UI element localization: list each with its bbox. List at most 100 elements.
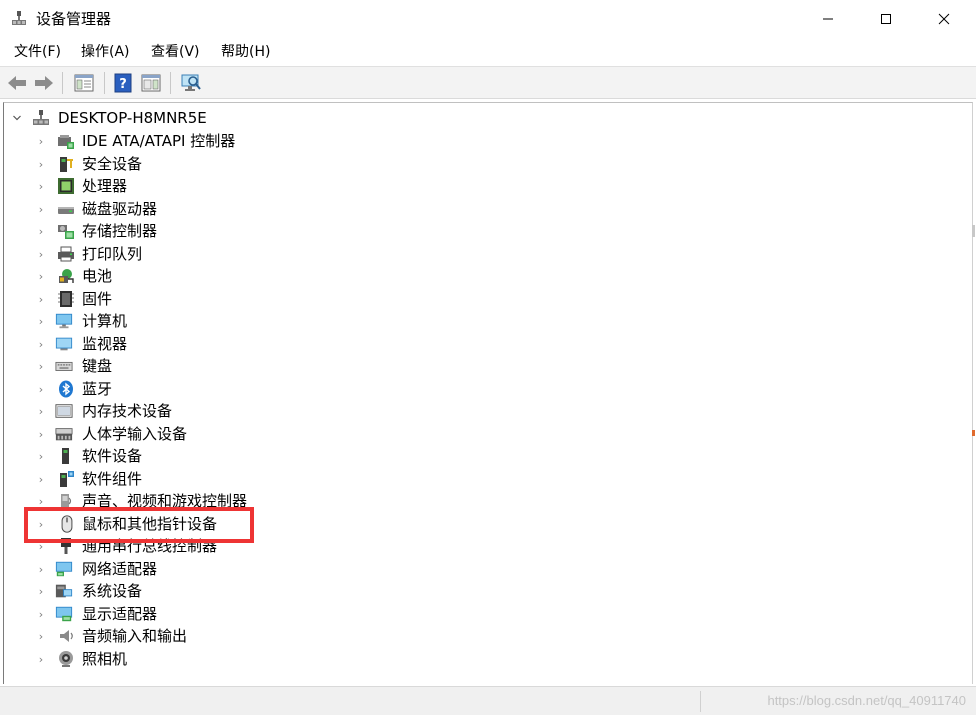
- tree-item-battery[interactable]: › 电池: [4, 265, 944, 287]
- tree-item-label: 蓝牙: [82, 380, 113, 398]
- tree-item-label: 计算机: [82, 312, 128, 330]
- tree-item-memory-tech[interactable]: › 内存技术设备: [4, 400, 944, 422]
- chevron-right-icon[interactable]: ›: [35, 606, 47, 622]
- chevron-right-icon[interactable]: ›: [35, 246, 47, 262]
- chevron-right-icon[interactable]: ›: [35, 291, 47, 307]
- tree-item-storage[interactable]: › 存储控制器: [4, 220, 944, 242]
- chevron-right-icon[interactable]: ›: [35, 628, 47, 644]
- tree-item-hid[interactable]: › 人体学输入设备: [4, 423, 944, 445]
- tree-item-ide[interactable]: › IDE ATA/ATAPI 控制器: [4, 130, 944, 152]
- chevron-right-icon[interactable]: ›: [35, 223, 47, 239]
- tree-item-label: 网络适配器: [82, 560, 158, 578]
- help-button[interactable]: ?: [112, 72, 134, 94]
- mouse-icon: [61, 515, 73, 533]
- chevron-right-icon[interactable]: ›: [35, 538, 47, 554]
- tree-item-computer[interactable]: › 计算机: [4, 310, 944, 332]
- tree-item-keyboard[interactable]: › 键盘: [4, 355, 944, 377]
- device-tree: DESKTOP-H8MNR5E › IDE ATA/ATAPI 控制器 › 安全…: [3, 102, 973, 684]
- chevron-right-icon[interactable]: ›: [35, 201, 47, 217]
- firmware-icon: [58, 291, 74, 307]
- scroll-edge-mark: [972, 430, 975, 436]
- tree-item-disk[interactable]: › 磁盘驱动器: [4, 198, 944, 220]
- chevron-right-icon[interactable]: ›: [35, 471, 47, 487]
- tree-item-bluetooth[interactable]: › 蓝牙: [4, 378, 944, 400]
- chevron-right-icon[interactable]: ›: [35, 358, 47, 374]
- chevron-right-icon[interactable]: ›: [35, 268, 47, 284]
- tree-item-sound[interactable]: › 声音、视频和游戏控制器: [4, 490, 944, 512]
- help-icon: ?: [114, 73, 132, 93]
- tree-item-label: 通用串行总线控制器: [82, 537, 218, 555]
- tree-item-audio-io[interactable]: › 音频输入和输出: [4, 625, 944, 647]
- toolbar-separator: [62, 72, 63, 94]
- window-title: 设备管理器: [36, 10, 112, 28]
- scan-hardware-button[interactable]: [180, 72, 202, 94]
- chevron-right-icon[interactable]: ›: [35, 516, 47, 532]
- tree-item-camera[interactable]: › 照相机: [4, 648, 944, 670]
- forward-button[interactable]: [33, 72, 55, 94]
- tree-item-software-device[interactable]: › 软件设备: [4, 445, 944, 467]
- tree-item-system[interactable]: › 系统设备: [4, 580, 944, 602]
- chevron-right-icon[interactable]: ›: [35, 313, 47, 329]
- device-manager-icon: [12, 11, 26, 25]
- scan-hardware-icon: [181, 74, 201, 91]
- bluetooth-icon: [59, 380, 73, 398]
- processor-icon: [58, 178, 74, 194]
- menu-action[interactable]: 操作(A): [79, 43, 132, 61]
- svg-text:?: ?: [119, 77, 127, 92]
- tree-item-label: 磁盘驱动器: [82, 200, 158, 218]
- tree-item-label: 人体学输入设备: [82, 425, 188, 443]
- menu-help[interactable]: 帮助(H): [219, 43, 272, 61]
- tree-item-label: 声音、视频和游戏控制器: [82, 492, 248, 510]
- monitor-icon: [55, 337, 73, 351]
- chevron-right-icon[interactable]: ›: [35, 493, 47, 509]
- properties-button[interactable]: [73, 72, 95, 94]
- system-device-icon: [55, 584, 73, 598]
- tree-item-firmware[interactable]: › 固件: [4, 288, 944, 310]
- tree-item-monitor[interactable]: › 监视器: [4, 333, 944, 355]
- keyboard-icon: [55, 361, 73, 371]
- tree-item-label: 打印队列: [82, 245, 143, 263]
- tree-item-label: 内存技术设备: [82, 402, 173, 420]
- chevron-right-icon[interactable]: ›: [35, 178, 47, 194]
- menu-view[interactable]: 查看(V): [149, 43, 202, 61]
- back-button[interactable]: [6, 72, 28, 94]
- tree-item-mouse[interactable]: › 鼠标和其他指针设备: [4, 513, 944, 535]
- chevron-down-icon[interactable]: [11, 110, 23, 126]
- toolbar-separator: [104, 72, 105, 94]
- chevron-right-icon[interactable]: ›: [35, 651, 47, 667]
- properties-icon: [74, 74, 94, 92]
- tree-item-security[interactable]: › 安全设备: [4, 153, 944, 175]
- chevron-right-icon[interactable]: ›: [35, 381, 47, 397]
- chevron-right-icon[interactable]: ›: [35, 561, 47, 577]
- chevron-right-icon[interactable]: ›: [35, 426, 47, 442]
- tree-item-processor[interactable]: › 处理器: [4, 175, 944, 197]
- toolbar: ?: [0, 66, 976, 99]
- tree-item-print-queue[interactable]: › 打印队列: [4, 243, 944, 265]
- chevron-right-icon[interactable]: ›: [35, 133, 47, 149]
- menu-file[interactable]: 文件(F): [12, 43, 63, 61]
- tree-item-usb[interactable]: › 通用串行总线控制器: [4, 535, 944, 557]
- status-bar: https://blog.csdn.net/qq_40911740: [0, 686, 976, 715]
- minimize-button[interactable]: [800, 0, 856, 38]
- tree-item-label: 显示适配器: [82, 605, 158, 623]
- tree-item-label: 处理器: [82, 177, 128, 195]
- forward-arrow-icon: [35, 76, 53, 90]
- tree-item-label: 安全设备: [82, 155, 143, 173]
- chevron-right-icon[interactable]: ›: [35, 448, 47, 464]
- software-device-icon: [62, 448, 69, 464]
- close-button[interactable]: [916, 0, 972, 38]
- tree-item-software-component[interactable]: › 软件组件: [4, 468, 944, 490]
- chevron-right-icon[interactable]: ›: [35, 336, 47, 352]
- tree-root[interactable]: DESKTOP-H8MNR5E: [4, 107, 944, 129]
- chevron-right-icon[interactable]: ›: [35, 583, 47, 599]
- tree-item-display[interactable]: › 显示适配器: [4, 603, 944, 625]
- maximize-button[interactable]: [858, 0, 914, 38]
- tree-item-network[interactable]: › 网络适配器: [4, 558, 944, 580]
- chevron-right-icon[interactable]: ›: [35, 156, 47, 172]
- tree-item-label: 监视器: [82, 335, 128, 353]
- maximize-icon: [881, 14, 891, 24]
- tree-item-label: 鼠标和其他指针设备: [82, 515, 218, 533]
- update-driver-button[interactable]: [140, 72, 162, 94]
- back-arrow-icon: [8, 76, 26, 90]
- chevron-right-icon[interactable]: ›: [35, 403, 47, 419]
